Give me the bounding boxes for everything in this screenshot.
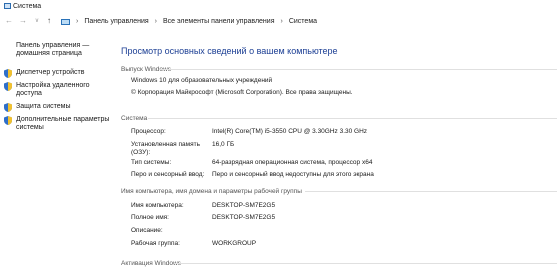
- shield-icon: [4, 116, 12, 125]
- system-heading: Система: [121, 115, 148, 122]
- computer-name-heading: Имя компьютера, имя домена и параметры р…: [121, 188, 302, 195]
- address-bar: ← → ∨ ↑ › Панель управления › Все элемен…: [0, 13, 560, 30]
- sidebar-item-remote-access[interactable]: Настройка удаленного доступа: [4, 82, 110, 98]
- computer-name-label: Имя компьютера:: [131, 202, 184, 209]
- chevron-right-icon[interactable]: ›: [280, 18, 282, 25]
- shield-icon: [4, 69, 12, 78]
- description-label: Описание:: [131, 227, 163, 234]
- divider: [305, 191, 557, 192]
- sidebar-item-label: Диспетчер устройств: [16, 69, 85, 76]
- system-type-label: Тип системы:: [131, 159, 172, 166]
- workgroup-value: WORKGROUP: [212, 240, 257, 247]
- chevron-right-icon[interactable]: ›: [76, 18, 78, 25]
- divider: [159, 69, 557, 70]
- breadcrumb-all-items[interactable]: Все элементы панели управления: [163, 18, 274, 25]
- sidebar-item-advanced-settings[interactable]: Дополнительные параметры системы: [4, 116, 110, 132]
- chevron-down-icon[interactable]: ∨: [32, 16, 42, 26]
- activation-heading: Активация Windows: [121, 260, 181, 267]
- divider: [148, 118, 557, 119]
- up-arrow-icon[interactable]: ↑: [44, 16, 54, 26]
- copyright-text: © Корпорация Майкрософт (Microsoft Corpo…: [131, 89, 353, 96]
- main-content: Просмотр основных сведений о вашем компь…: [112, 30, 560, 270]
- back-arrow-icon[interactable]: ←: [4, 16, 14, 26]
- computer-name-value: DESKTOP-SM7E2G5: [212, 202, 276, 209]
- divider: [174, 263, 557, 264]
- sidebar-item-device-manager[interactable]: Диспетчер устройств: [4, 69, 110, 78]
- sidebar-item-label: Дополнительные параметры системы: [16, 116, 110, 131]
- chevron-right-icon[interactable]: ›: [155, 18, 157, 25]
- system-icon: [4, 3, 11, 9]
- sidebar-item-label: Защита системы: [16, 103, 71, 110]
- forward-arrow-icon[interactable]: →: [18, 16, 28, 26]
- processor-label: Процессор:: [131, 128, 166, 135]
- edition-name: Windows 10 для образовательных учреждени…: [131, 77, 273, 84]
- system-type-value: 64-разрядная операционная система, проце…: [212, 159, 373, 166]
- memory-value: 16,0 ГБ: [212, 141, 235, 148]
- pen-touch-label: Перо и сенсорный ввод:: [131, 171, 205, 178]
- full-name-value: DESKTOP-SM7E2G5: [212, 214, 276, 221]
- full-name-label: Полное имя:: [131, 214, 169, 221]
- computer-icon: [61, 18, 70, 25]
- workgroup-label: Рабочая группа:: [131, 240, 180, 247]
- breadcrumb-system[interactable]: Система: [289, 18, 317, 25]
- shield-icon: [4, 82, 12, 91]
- control-panel-home-link[interactable]: Панель управления — домашняя страница: [16, 42, 108, 58]
- pen-touch-value: Перо и сенсорный ввод недоступны для это…: [212, 171, 374, 178]
- sidebar: Панель управления — домашняя страница Ди…: [0, 30, 112, 270]
- processor-value: Intel(R) Core(TM) i5-3550 CPU @ 3.30GHz …: [212, 128, 368, 135]
- breadcrumb: › Панель управления › Все элементы панел…: [58, 15, 556, 28]
- breadcrumb-control-panel[interactable]: Панель управления: [84, 18, 148, 25]
- memory-label: Установленная память (ОЗУ):: [131, 141, 200, 156]
- shield-icon: [4, 103, 12, 112]
- window-title: Система: [13, 3, 42, 10]
- sidebar-item-system-protection[interactable]: Защита системы: [4, 103, 110, 112]
- page-title: Просмотр основных сведений о вашем компь…: [121, 46, 338, 56]
- sidebar-item-label: Настройка удаленного доступа: [16, 82, 90, 97]
- title-bar: Система: [0, 0, 560, 13]
